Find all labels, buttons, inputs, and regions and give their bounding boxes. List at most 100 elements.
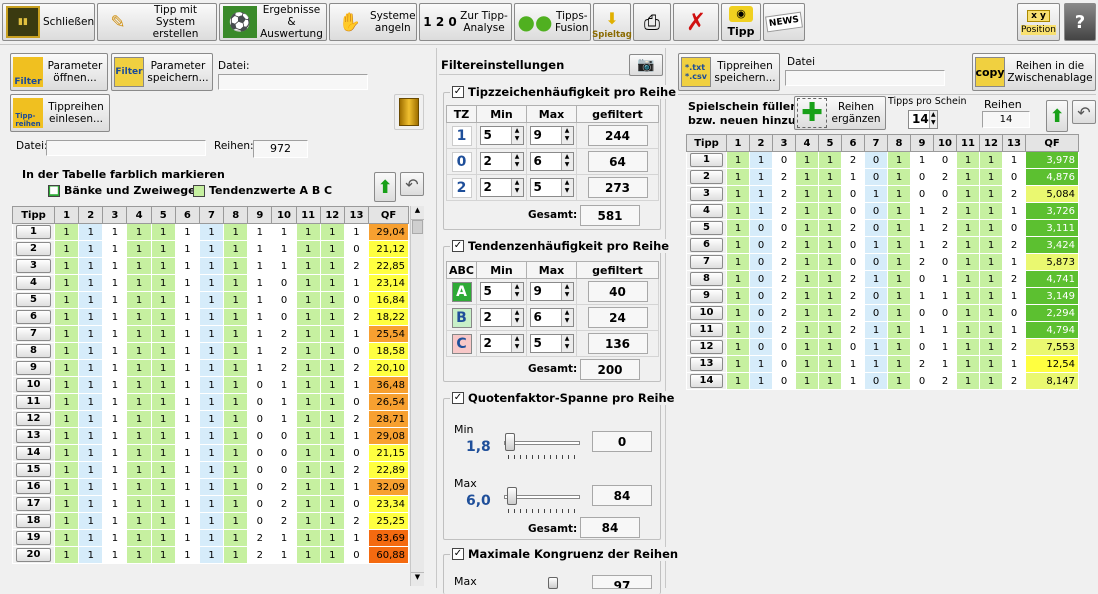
tipp-number[interactable]: 6 [16, 310, 52, 324]
tipps-pro-schein-spinner[interactable]: 14 ▲ ▼ [908, 110, 938, 129]
tipp-number-button[interactable]: 16 [11, 478, 56, 496]
right-up-arrow-button[interactable]: ⬆ [1046, 100, 1068, 132]
tipp-number[interactable]: 8 [690, 272, 723, 286]
camera-button[interactable]: 📷 [629, 54, 663, 76]
spin-up-icon[interactable]: ▲ [562, 335, 573, 343]
value-spinner[interactable]: 9 ▲ ▼ [529, 126, 574, 145]
value-spinner[interactable]: 9 ▲ ▼ [529, 282, 574, 301]
table-row[interactable]: 20 1 1 1 1 1 1 1 1 2 1 1 1 0 60,88 [11, 546, 409, 564]
table-row[interactable]: 17 1 1 1 1 1 1 1 1 0 2 1 1 0 23,34 [11, 495, 409, 513]
tipp-number[interactable]: 8 [16, 344, 52, 358]
spin-down-icon[interactable]: ▼ [512, 161, 523, 169]
table-row[interactable]: 2 1 1 2 1 1 1 0 1 0 2 1 1 0 4,876 [686, 168, 1079, 186]
table-row[interactable]: 8 1 0 2 1 1 2 1 1 0 1 1 1 2 4,741 [686, 270, 1079, 288]
table-row[interactable]: 9 1 0 2 1 1 2 0 1 1 1 1 1 1 3,149 [686, 287, 1079, 305]
tipp-number-button[interactable]: 17 [11, 495, 56, 513]
table-row[interactable]: 11 1 0 2 1 1 2 1 1 1 1 1 1 1 4,794 [686, 321, 1079, 339]
table-row[interactable]: 6 1 1 1 1 1 1 1 1 1 0 1 1 2 18,22 [11, 308, 409, 326]
value-spinner[interactable]: 2 ▲ ▼ [479, 334, 524, 353]
tipp-number-button[interactable]: 4 [686, 202, 727, 220]
spieltag-button[interactable]: ⬇ Spieltag [592, 3, 632, 41]
tipp-number[interactable]: 12 [690, 340, 723, 354]
news-button[interactable]: NEWS [763, 3, 805, 41]
table-row[interactable]: 7 1 0 2 1 1 0 0 1 2 0 1 1 1 5,873 [686, 253, 1079, 271]
tipp-number[interactable]: 14 [690, 374, 723, 388]
tipp-number-button[interactable]: 3 [11, 257, 56, 275]
print-button[interactable]: ⎙ [633, 3, 671, 41]
spin-up-icon[interactable]: ▲ [562, 179, 573, 187]
tipp-number[interactable]: 12 [16, 412, 52, 426]
tendency-checkbox[interactable] [193, 184, 205, 197]
table-row[interactable]: 3 1 1 2 1 1 0 1 1 0 0 1 1 2 5,084 [686, 185, 1079, 203]
tipp-number-button[interactable]: 12 [686, 338, 727, 356]
table-row[interactable]: 14 1 1 1 1 1 1 1 1 0 0 1 1 0 21,15 [11, 444, 409, 462]
tipp-number[interactable]: 2 [16, 242, 52, 256]
table-row[interactable]: 9 1 1 1 1 1 1 1 1 1 2 1 1 2 20,10 [11, 359, 409, 377]
table-row[interactable]: 7 1 1 1 1 1 1 1 1 1 2 1 1 1 25,54 [11, 325, 409, 343]
tipp-number[interactable]: 9 [690, 289, 723, 303]
spin-up-icon[interactable]: ▲ [512, 127, 523, 135]
close-button[interactable]: ▮▮ Schließen [2, 3, 95, 41]
scroll-up-icon[interactable]: ▲ [411, 206, 424, 220]
table-row[interactable]: 16 1 1 1 1 1 1 1 1 0 2 1 1 1 32,09 [11, 478, 409, 496]
create-tip-button[interactable]: ✎ Tipp mit System erstellen [97, 3, 217, 41]
tipp-number-button[interactable]: 5 [686, 219, 727, 237]
left-table-scrollbar[interactable]: ▲ ▼ [410, 206, 424, 586]
up-arrow-button[interactable]: ⬆ [374, 172, 396, 202]
tipp-number[interactable]: 14 [16, 446, 52, 460]
tipp-number[interactable]: 6 [690, 238, 723, 252]
value-spinner[interactable]: 6 ▲ ▼ [529, 308, 574, 327]
reihen-ergaenzen-button[interactable]: ✚ Reihen ergänzen [794, 96, 886, 130]
tip-analysis-button[interactable]: 1 2 0 Zur Tipp- Analyse [419, 3, 512, 41]
tipp-number[interactable]: 10 [690, 306, 723, 320]
right-file-field[interactable] [785, 70, 945, 86]
tipp-number[interactable]: 17 [16, 497, 52, 511]
spin-down-icon[interactable]: ▼ [562, 317, 573, 325]
tipp-number-button[interactable]: 10 [686, 304, 727, 322]
tipp-number[interactable]: 7 [690, 255, 723, 269]
systems-button[interactable]: ✋ Systeme angeln [329, 3, 417, 41]
tipp-number-button[interactable]: 12 [11, 410, 56, 428]
undo-button[interactable]: ↶ [400, 172, 424, 196]
tipp-camera-button[interactable]: ◉ Tipp [721, 3, 761, 41]
table-row[interactable]: 10 1 1 1 1 1 1 1 1 0 1 1 1 1 36,48 [11, 376, 409, 394]
tipp-number[interactable]: 9 [16, 361, 52, 375]
tipp-number-button[interactable]: 6 [686, 236, 727, 254]
table-row[interactable]: 6 1 0 2 1 1 0 1 1 1 2 1 1 2 3,424 [686, 236, 1079, 254]
table-row[interactable]: 12 1 0 0 1 1 0 1 1 0 1 1 1 2 7,553 [686, 338, 1079, 356]
table-row[interactable]: 19 1 1 1 1 1 1 1 1 2 1 1 1 1 83,69 [11, 529, 409, 547]
spin-down-icon[interactable]: ▼ [562, 135, 573, 143]
qf-min-slider-thumb[interactable] [505, 433, 515, 451]
delete-button[interactable]: ✗ [673, 3, 719, 41]
help-button[interactable]: ? [1064, 3, 1096, 41]
tipp-number-button[interactable]: 7 [686, 253, 727, 271]
tipp-number[interactable]: 1 [690, 153, 723, 167]
tipp-number-button[interactable]: 20 [11, 546, 56, 564]
banks-checkbox[interactable]: ■ [48, 184, 60, 197]
spin-down-icon[interactable]: ▼ [562, 161, 573, 169]
scroll-down-icon[interactable]: ▼ [411, 572, 424, 586]
table-row[interactable]: 14 1 1 0 1 1 1 0 1 0 2 1 1 2 8,147 [686, 372, 1079, 390]
mark-tendency-option[interactable]: Tendenzwerte A B C [193, 184, 332, 197]
tipp-number[interactable]: 19 [16, 531, 52, 545]
value-spinner[interactable]: 2 ▲ ▼ [479, 308, 524, 327]
tipp-number-button[interactable]: 2 [11, 240, 56, 258]
spin-up-icon[interactable]: ▲ [512, 335, 523, 343]
tipp-number[interactable]: 4 [16, 276, 52, 290]
tipp-number[interactable]: 5 [16, 293, 52, 307]
spin-down-icon[interactable]: ▼ [562, 343, 573, 351]
tipp-number-button[interactable]: 4 [11, 274, 56, 292]
value-spinner[interactable]: 5 ▲ ▼ [479, 126, 524, 145]
spin-down-icon[interactable]: ▼ [512, 291, 523, 299]
table-row[interactable]: 18 1 1 1 1 1 1 1 1 0 2 1 1 2 25,25 [11, 512, 409, 530]
tipp-number-button[interactable]: 2 [686, 168, 727, 186]
spin-up-icon[interactable]: ▲ [512, 309, 523, 317]
tipp-number[interactable]: 13 [690, 357, 723, 371]
table-row[interactable]: 15 1 1 1 1 1 1 1 1 0 0 1 1 2 22,89 [11, 461, 409, 479]
results-button[interactable]: ⚽ Ergebnisse & Auswertung [219, 3, 327, 41]
tipp-number-button[interactable]: 6 [11, 308, 56, 326]
tipp-number[interactable]: 20 [16, 548, 52, 562]
tipp-number[interactable]: 4 [690, 204, 723, 218]
qf-max-slider-thumb[interactable] [507, 487, 517, 505]
table-row[interactable]: 4 1 1 1 1 1 1 1 1 1 0 1 1 1 23,14 [11, 274, 409, 292]
